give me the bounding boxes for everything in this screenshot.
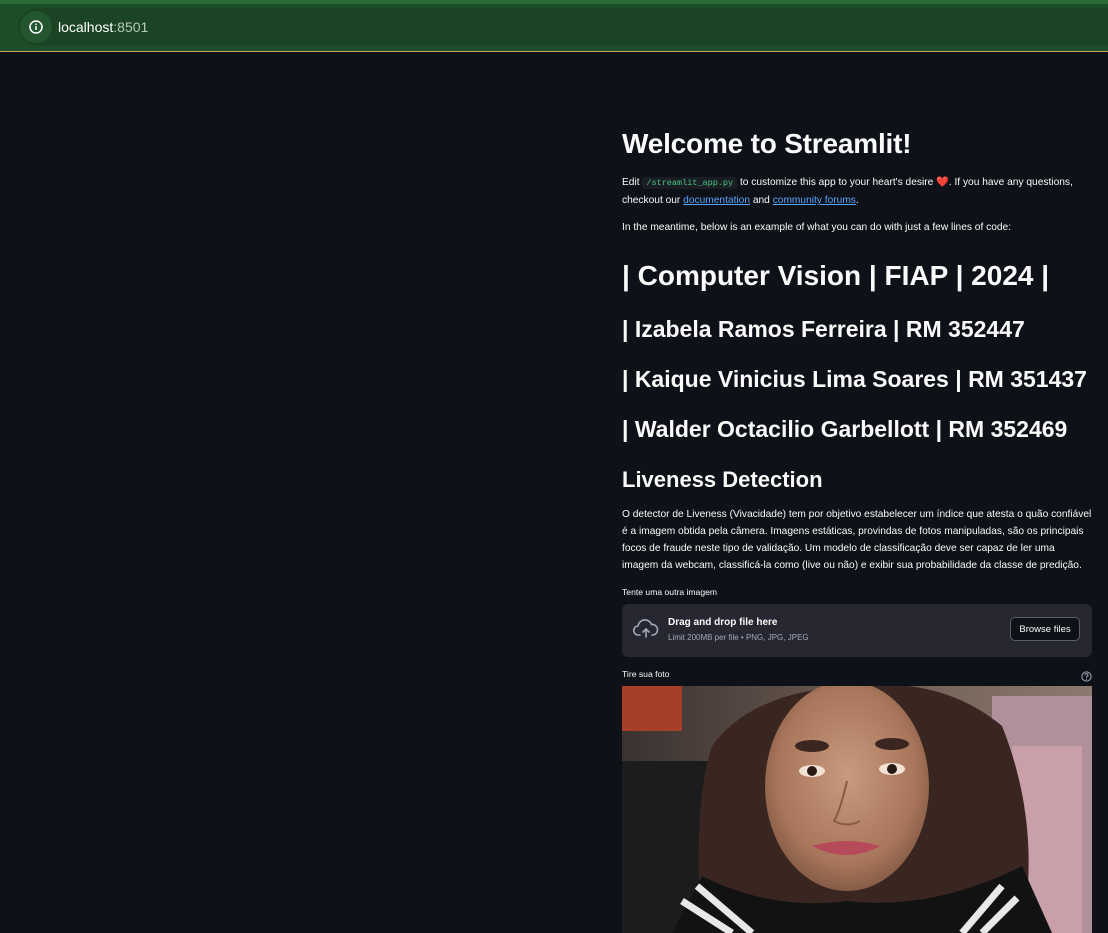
liveness-description: O detector de Liveness (Vivacidade) tem … [622, 509, 1092, 571]
cloud-upload-icon [632, 619, 659, 644]
browse-files-button[interactable]: Browse files [1010, 617, 1080, 641]
url-text[interactable]: localhost:8501 [58, 19, 148, 35]
browser-tab-strip [0, 0, 1108, 4]
uploader-label: Tente uma outra imagem [622, 587, 718, 597]
intro-end: . [855, 195, 859, 206]
browser-toolbar: localhost:8501 [0, 0, 1108, 52]
heading-computer-vision: | Computer Vision | FIAP | 2024 | [622, 260, 1050, 291]
code-filename: /streamlit_app.py [642, 177, 738, 189]
author-kaique: | Kaique Vinicius Lima Soares | RM 35143… [622, 366, 1087, 392]
author-izabela: | Izabela Ramos Ferreira | RM 352447 [622, 316, 1025, 342]
site-info-icon[interactable] [20, 11, 52, 43]
section-liveness-title: Liveness Detection [622, 467, 823, 492]
intro-edit: Edit [622, 177, 643, 188]
camera-photo [622, 686, 1092, 933]
page-title: Welcome to Streamlit! [622, 128, 912, 159]
url-port: :8501 [113, 19, 149, 35]
camera-label: Tire sua foto [622, 669, 670, 679]
intro-middle: to customize this app to your heart's de… [737, 177, 937, 188]
camera-feed[interactable] [622, 686, 1092, 933]
url-host: localhost [58, 19, 114, 35]
help-icon[interactable] [1081, 669, 1092, 687]
intro-and: and [750, 195, 773, 206]
community-forums-link[interactable]: community forums [773, 195, 856, 206]
uploader-title: Drag and drop file here [668, 617, 778, 628]
intro-paragraph: Edit /streamlit_app.py to customize this… [622, 174, 1092, 209]
heart-emoji: ❤️ [936, 177, 949, 188]
documentation-link[interactable]: documentation [683, 195, 750, 206]
meantime-text: In the meantime, below is an example of … [622, 222, 1012, 233]
address-bar[interactable]: localhost:8501 [18, 8, 1108, 46]
author-walder: | Walder Octacilio Garbellott | RM 35246… [622, 416, 1068, 442]
uploader-subtitle: Limit 200MB per file • PNG, JPG, JPEG [668, 633, 809, 642]
file-uploader-dropzone[interactable]: Drag and drop file here Limit 200MB per … [622, 604, 1092, 657]
